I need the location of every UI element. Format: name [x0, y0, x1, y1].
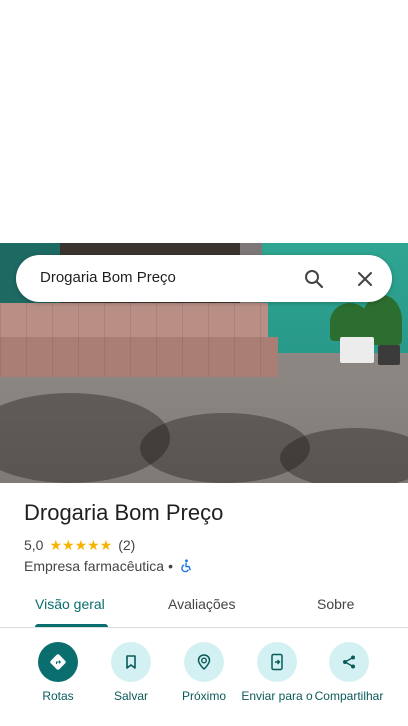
share-button[interactable]: Compartilhar	[309, 642, 389, 702]
photo-pot	[378, 345, 400, 365]
photo-step-upper	[0, 303, 268, 337]
save-button[interactable]: Salvar	[91, 642, 171, 702]
send-to-phone-icon	[257, 642, 297, 682]
blank-map-area	[0, 0, 408, 243]
place-title: Drogaria Bom Preço	[24, 500, 224, 525]
directions-icon	[38, 642, 78, 682]
rating-value: 5,0	[24, 537, 44, 553]
share-label: Compartilhar	[314, 689, 384, 703]
action-bar: Rotas Salvar Próximo Enviar para o Compa…	[0, 636, 408, 726]
directions-button[interactable]: Rotas	[18, 642, 98, 702]
search-icon[interactable]	[302, 267, 326, 291]
nearby-button[interactable]: Próximo	[164, 642, 244, 702]
search-bar[interactable]: Drogaria Bom Preço	[16, 255, 392, 302]
tab-about[interactable]: Sobre	[317, 596, 354, 612]
wheelchair-accessible-icon	[179, 559, 193, 573]
star-rating-icon: ★★★★★	[49, 536, 113, 553]
place-category: Empresa farmacêutica	[24, 558, 165, 574]
share-icon	[329, 642, 369, 682]
nearby-icon	[184, 642, 224, 682]
category-row: Empresa farmacêutica •	[24, 556, 193, 576]
bookmark-icon	[111, 642, 151, 682]
send-to-phone-button[interactable]: Enviar para o	[237, 642, 317, 702]
rating-row[interactable]: 5,0 ★★★★★ (2)	[24, 535, 135, 555]
photo-pot	[340, 337, 374, 363]
close-icon[interactable]	[353, 267, 377, 291]
send-to-phone-label: Enviar para o	[241, 689, 313, 703]
active-tab-indicator	[35, 624, 108, 627]
review-count[interactable]: (2)	[118, 537, 135, 553]
separator: •	[168, 558, 173, 574]
photo-step-lower	[0, 337, 278, 377]
save-label: Salvar	[113, 689, 148, 703]
tab-overview[interactable]: Visão geral	[35, 596, 105, 612]
tab-reviews[interactable]: Avaliações	[168, 596, 235, 612]
directions-label: Rotas	[42, 689, 74, 703]
tab-bar: Visão geral Avaliações Sobre	[0, 584, 408, 628]
search-input[interactable]: Drogaria Bom Preço	[40, 269, 176, 286]
nearby-label: Próximo	[181, 689, 226, 703]
